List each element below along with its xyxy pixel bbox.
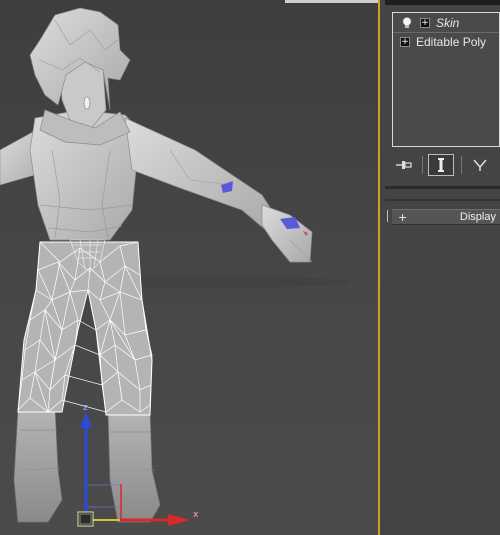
scene-canvas[interactable]: z x bbox=[0, 0, 378, 535]
show-end-result-icon bbox=[438, 158, 444, 172]
make-unique-button[interactable] bbox=[469, 154, 491, 176]
rollout-indent-marker bbox=[387, 210, 388, 222]
plus-icon[interactable]: + bbox=[400, 37, 410, 47]
plus-icon[interactable]: + bbox=[420, 18, 430, 28]
pin-stack-button[interactable] bbox=[393, 154, 415, 176]
panel-divider bbox=[385, 199, 500, 201]
modifier-item-editable-poly[interactable]: + Editable Poly bbox=[393, 33, 499, 51]
perspective-viewport[interactable]: z x bbox=[0, 0, 378, 535]
selected-pants-wireframe[interactable] bbox=[17, 239, 153, 416]
display-rollout-label: Display bbox=[459, 211, 496, 223]
modifier-item-skin[interactable]: + Skin bbox=[393, 14, 499, 33]
gizmo-z-label: z bbox=[83, 403, 88, 413]
display-rollout-header[interactable]: + Display bbox=[392, 209, 500, 225]
panel-top-divider bbox=[385, 0, 500, 5]
modifier-stack-list[interactable]: + Skin + Editable Poly bbox=[392, 12, 500, 147]
show-end-result-button[interactable] bbox=[428, 154, 454, 176]
toolbar-separator bbox=[461, 156, 462, 174]
gizmo-x-label: x bbox=[193, 510, 199, 520]
viewport-top-strip bbox=[285, 0, 378, 3]
make-unique-icon bbox=[473, 159, 487, 171]
modifier-stack-toolbar bbox=[385, 150, 500, 180]
modifier-label-skin: Skin bbox=[436, 16, 460, 30]
lightbulb-icon[interactable] bbox=[402, 17, 412, 29]
modifier-label-editable-poly: Editable Poly bbox=[416, 35, 487, 49]
panel-divider bbox=[385, 186, 500, 189]
toolbar-separator bbox=[422, 156, 423, 174]
expand-rollout-icon[interactable]: + bbox=[398, 211, 408, 224]
pin-stack-icon bbox=[396, 161, 412, 169]
